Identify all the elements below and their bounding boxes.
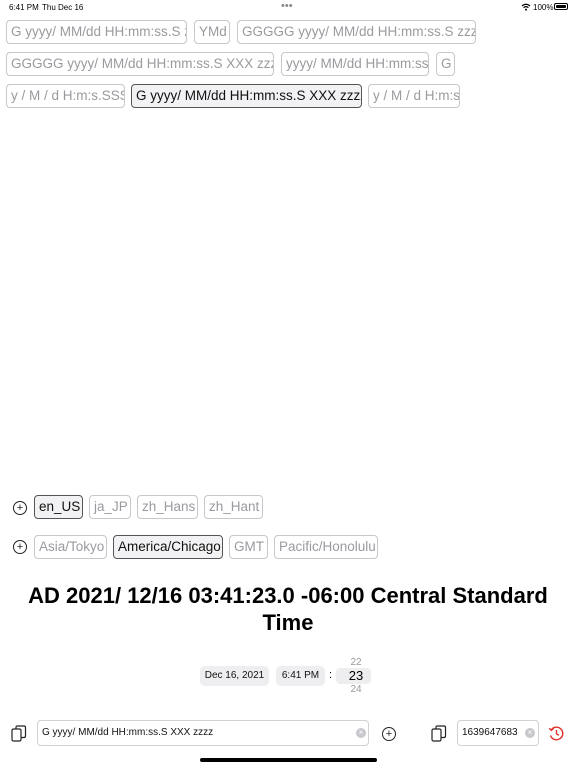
status-time: 6:41 PM bbox=[9, 3, 39, 12]
format-chip[interactable]: GGGGG yyyy/ MM/dd HH:mm:ss.S zzzz bbox=[237, 20, 476, 44]
battery-percent: 100% bbox=[533, 3, 554, 12]
format-chip[interactable]: GGGGG yyyy/ MM/dd HH:mm:ss.S XXX zzzz bbox=[6, 52, 274, 76]
format-chip[interactable]: G bbox=[436, 52, 455, 76]
format-chip[interactable]: yyyy/ MM/dd HH:mm:ss bbox=[281, 52, 429, 76]
format-chip[interactable]: G yyyy/ MM/dd HH:mm:ss.S z bbox=[6, 20, 187, 44]
history-icon[interactable] bbox=[548, 725, 565, 742]
format-chip[interactable]: y / M / d H:m:s.SSS bbox=[6, 84, 125, 108]
seconds-wheel-next[interactable]: 24 bbox=[341, 684, 371, 695]
add-locale-icon[interactable]: + bbox=[13, 501, 27, 515]
locale-chip[interactable]: ja_JP bbox=[89, 495, 131, 519]
timezone-chip[interactable]: GMT bbox=[229, 535, 268, 559]
format-chip[interactable]: y / M / d H:m:s bbox=[368, 84, 460, 108]
locale-chip[interactable]: zh_Hans bbox=[137, 495, 198, 519]
add-format-icon[interactable]: + bbox=[382, 727, 396, 741]
format-input[interactable]: G yyyy/ MM/dd HH:mm:ss.S XXX zzzz bbox=[37, 720, 369, 746]
time-picker-button[interactable]: 6:41 PM bbox=[276, 666, 325, 686]
timezone-chip[interactable]: Pacific/Honolulu bbox=[274, 535, 378, 559]
home-indicator bbox=[200, 758, 377, 762]
copy-format-icon[interactable] bbox=[11, 725, 27, 743]
format-chip-selected[interactable]: G yyyy/ MM/dd HH:mm:ss.S XXX zzzz bbox=[131, 84, 362, 108]
add-timezone-icon[interactable]: + bbox=[13, 540, 27, 554]
multitasking-dots[interactable]: ••• bbox=[281, 0, 293, 12]
battery-icon bbox=[554, 3, 568, 10]
clear-format-icon[interactable]: × bbox=[356, 728, 366, 738]
status-date: Thu Dec 16 bbox=[42, 3, 84, 12]
format-chip[interactable]: YMd bbox=[194, 20, 230, 44]
date-picker-button[interactable]: Dec 16, 2021 bbox=[200, 666, 269, 686]
wifi-icon bbox=[521, 3, 531, 11]
timezone-chip-selected[interactable]: America/Chicago bbox=[113, 535, 223, 559]
copy-timestamp-icon[interactable] bbox=[431, 725, 447, 743]
clear-timestamp-icon[interactable]: × bbox=[525, 728, 535, 738]
locale-chip[interactable]: zh_Hant bbox=[204, 495, 263, 519]
seconds-wheel-prev[interactable]: 22 bbox=[341, 657, 371, 668]
formatted-result: AD 2021/ 12/16 03:41:23.0 -06:00 Central… bbox=[28, 583, 548, 635]
timezone-chip[interactable]: Asia/Tokyo bbox=[34, 535, 107, 559]
picker-colon: : bbox=[329, 669, 333, 681]
locale-chip-selected[interactable]: en_US bbox=[34, 495, 83, 519]
seconds-wheel-current[interactable]: 23 bbox=[341, 668, 371, 684]
